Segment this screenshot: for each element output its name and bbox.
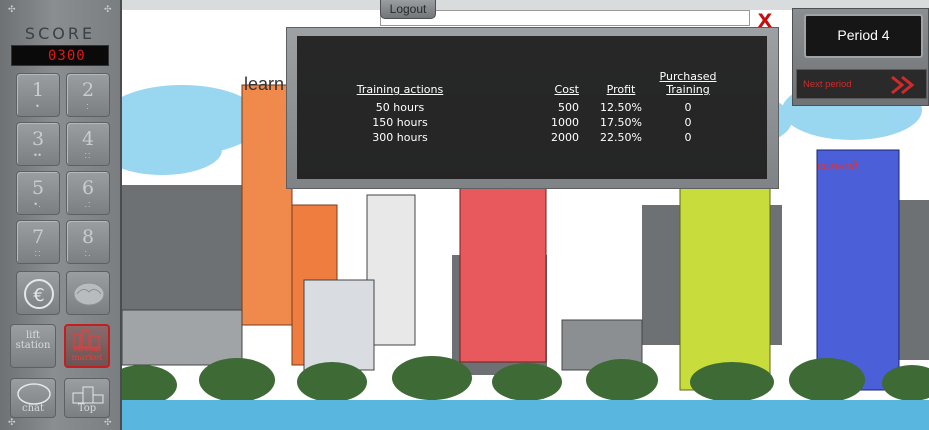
euro-button[interactable]: € [16,271,60,315]
level-7-button[interactable]: 7 :: [16,220,60,264]
top-button[interactable]: Top [64,378,110,418]
level-number: 2 [81,79,95,101]
level-1-button[interactable]: 1 • [16,73,60,117]
left-control-panel: ✣ ✣ SCORE 0300 1 • 2 : 3 •• 4 :: 5 •. 6 … [0,0,122,430]
level-dots: •• [33,150,43,160]
level-3-button[interactable]: 3 •• [16,122,60,166]
level-6-button[interactable]: 6 .: [66,171,110,215]
lift-station-button[interactable]: lift station [10,324,56,368]
level-number: 1 [31,79,45,101]
level-2-button[interactable]: 2 : [66,73,110,117]
training-profit: 12.50% [600,101,642,114]
euro-icon: € [24,279,54,309]
level-dots: •. [34,199,42,209]
brain-icon [73,282,105,306]
training-profit: 22.50% [600,131,642,144]
level-number: 6 [81,177,95,199]
chat-label: chat [21,403,45,414]
level-5-button[interactable]: 5 •. [16,171,60,215]
level-dots: :: [84,150,92,160]
table-row[interactable]: 300 hours 2000 22.50% 0 [335,130,721,145]
level-number: 5 [31,177,45,199]
period-label: Period 4 [837,27,890,43]
level-number: 4 [81,128,95,150]
double-chevron-right-icon [891,75,915,95]
score-value: 0300 [48,48,86,64]
level-dots: :: [34,248,42,258]
screw-icon: ✣ [8,417,16,427]
training-purchased: 0 [684,131,692,144]
training-hours: 50 hours [375,101,425,114]
training-purchased: 0 [684,101,692,114]
level-dots: :. [84,248,92,258]
level-dots: • [35,101,41,111]
column-header: Training actions [356,83,444,96]
training-purchased: 0 [684,116,692,129]
training-cost: 2000 [551,131,579,144]
learn-sign: learn [244,74,284,94]
score-label: SCORE [24,24,96,43]
logout-button[interactable]: Logout [380,0,436,19]
chat-button[interactable]: chat [10,378,56,418]
level-number: 7 [31,226,45,248]
level-dots: .: [84,199,92,209]
level-8-button[interactable]: 8 :. [66,220,110,264]
screw-icon: ✣ [104,417,112,427]
next-period-button[interactable]: Next period [796,69,927,99]
svg-text:€: € [33,285,44,306]
training-table: Training actions Cost Profit Purchased T… [335,70,721,145]
next-period-label: Next period [803,79,852,90]
table-header-row: Training actions Cost Profit Purchased T… [335,70,721,100]
blue-tower: consult [816,149,900,391]
training-cost: 500 [558,101,579,114]
period-display: Period 4 [804,14,923,58]
training-hours: 150 hours [372,116,428,129]
column-header: Cost [554,83,579,96]
training-modal: Training actions Cost Profit Purchased T… [286,27,779,189]
score-display: 0300 [11,45,109,66]
level-number: 3 [31,128,45,150]
table-row[interactable]: 50 hours 500 12.50% 0 [335,100,721,115]
screw-icon: ✣ [8,4,16,14]
brain-button[interactable] [66,271,110,315]
training-table-panel: Training actions Cost Profit Purchased T… [297,36,767,179]
training-cost: 1000 [551,116,579,129]
level-dots: : [86,101,90,111]
top-label: Top [77,403,97,414]
level-number: 8 [81,226,95,248]
lift-station-label: lift station [15,330,51,351]
training-profit: 17.50% [600,116,642,129]
period-panel: Period 4 Next period [792,8,929,106]
screw-icon: ✣ [104,4,112,14]
virtual-market-button[interactable]: virtual market [64,324,110,368]
level-4-button[interactable]: 4 :: [66,122,110,166]
column-header: Profit [606,83,636,96]
training-hours: 300 hours [372,131,428,144]
logout-label: Logout [389,2,427,16]
column-header: Purchased Training [659,70,717,96]
virtual-market-label: virtual market [71,344,103,363]
consult-sign: consult [817,158,860,173]
table-row[interactable]: 150 hours 1000 17.50% 0 [335,115,721,130]
